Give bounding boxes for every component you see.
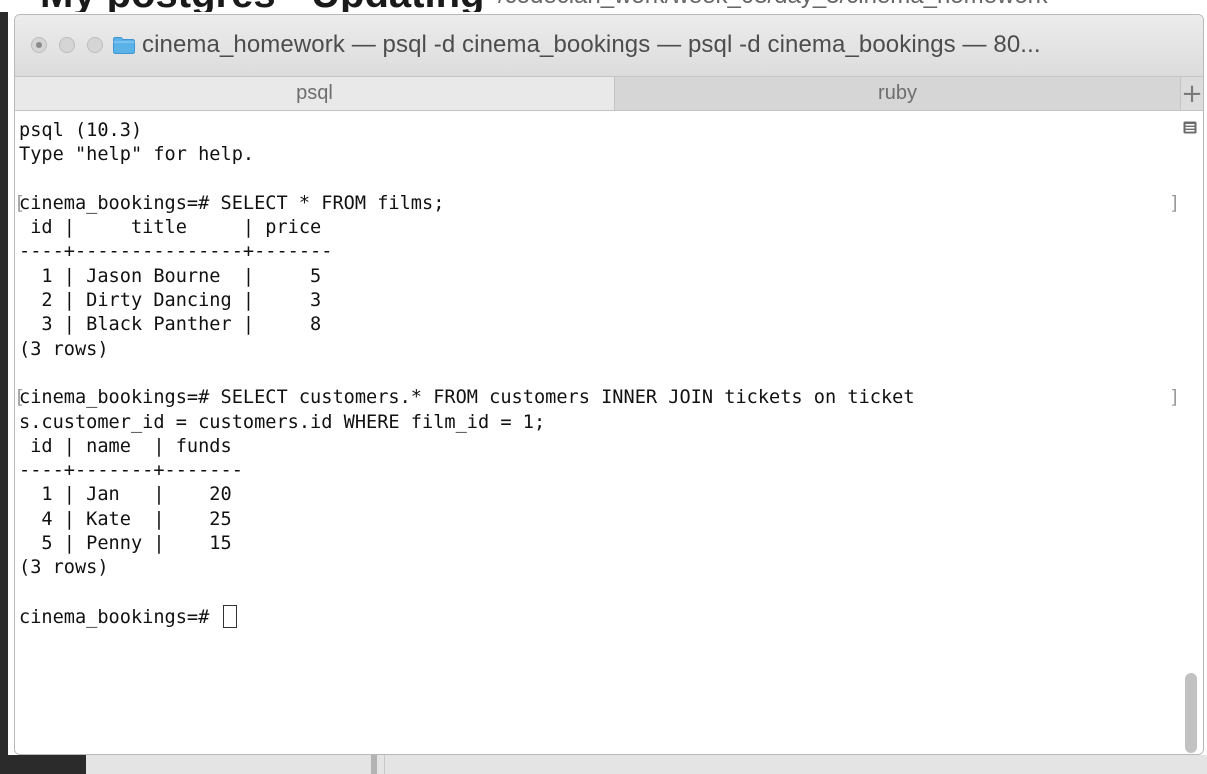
new-tab-button[interactable]: + — [1181, 77, 1203, 110]
terminal-output: psql (10.3) Type "help" for help.[cinema_… — [15, 119, 1180, 629]
mark-bracket-open: [ — [14, 192, 26, 214]
terminal-line: ----+-------+------- — [19, 459, 915, 483]
background-heading: My postgres - Updating — [40, 0, 484, 12]
terminal-line: id | name | funds — [19, 435, 915, 459]
terminal-line: (3 rows) — [19, 556, 915, 580]
terminal-line-text: s.customer_id = customers.id WHERE film_… — [19, 411, 546, 433]
terminal-line-text: id | title | price — [19, 217, 322, 239]
terminal-line-text: ----+---------------+------- — [19, 241, 333, 263]
terminal-line-text: cinema_bookings=# SELECT * FROM films; — [19, 192, 445, 214]
terminal-line-text: 3 | Black Panther | 8 — [19, 314, 322, 336]
terminal-line-text: 4 | Kate | 25 — [19, 508, 232, 530]
terminal-line: s.customer_id = customers.id WHERE film_… — [19, 411, 915, 435]
terminal-line-text: ----+-------+------- — [19, 460, 243, 482]
terminal-line: 5 | Penny | 15 — [19, 532, 915, 556]
terminal-line-text: 1 | Jason Bourne | 5 — [19, 265, 322, 287]
text-cursor[interactable] — [222, 604, 237, 628]
desktop: My postgres - Updating ~/codeclan_work/w… — [0, 0, 1207, 774]
background-path: ~/codeclan_work/week_03/day_5/cinema_hom… — [484, 0, 1048, 10]
terminal-line: [cinema_bookings=# SELECT * FROM films;] — [15, 192, 1180, 216]
terminal-line-text: 1 | Jan | 20 — [19, 484, 232, 506]
folder-icon — [113, 37, 135, 54]
tab-label: ruby — [878, 82, 917, 104]
mark-bracket-close: ] — [1169, 192, 1181, 214]
terminal-line: 2 | Dirty Dancing | 3 — [19, 289, 915, 313]
terminal-line: 3 | Black Panther | 8 — [19, 313, 915, 337]
terminal-content[interactable]: psql (10.3) Type "help" for help.[cinema_… — [15, 111, 1203, 754]
zoom-window-button[interactable] — [87, 37, 103, 53]
tab-psql[interactable]: psql — [15, 77, 615, 110]
terminal-line-text: id | name | funds — [19, 435, 232, 457]
terminal-line: [cinema_bookings=# SELECT customers.* FR… — [15, 386, 1180, 410]
terminal-line-text: psql (10.3) — [19, 120, 143, 141]
terminal-line: ----+---------------+------- — [19, 240, 915, 264]
tab-label: psql — [296, 82, 333, 104]
close-window-button[interactable] — [31, 37, 47, 53]
terminal-line-text: Type "help" for help. — [19, 144, 255, 166]
terminal-line: psql (10.3) — [19, 119, 915, 143]
background-page: My postgres - Updating ~/codeclan_work/w… — [0, 0, 1207, 12]
background-bottom-strip — [0, 755, 1207, 774]
minimize-window-button[interactable] — [59, 37, 75, 53]
title-bar[interactable]: cinema_homework — psql -d cinema_booking… — [15, 15, 1203, 77]
terminal-line-text: (3 rows) — [19, 557, 109, 579]
terminal-line-text: 5 | Penny | 15 — [19, 533, 232, 555]
terminal-window: cinema_homework — psql -d cinema_booking… — [14, 14, 1204, 755]
background-left-strip — [0, 12, 8, 774]
terminal-line: Type "help" for help. — [19, 143, 915, 167]
marks-icon — [1183, 121, 1197, 134]
mark-bracket-close: ] — [1169, 387, 1181, 409]
terminal-line: 4 | Kate | 25 — [19, 508, 915, 532]
tab-bar: psql ruby + — [15, 77, 1203, 111]
tab-ruby[interactable]: ruby — [615, 77, 1181, 110]
mark-bracket-open: [ — [14, 387, 26, 409]
vertical-scrollbar[interactable] — [1185, 673, 1197, 753]
terminal-line: 1 | Jason Bourne | 5 — [19, 265, 915, 289]
terminal-line-text: cinema_bookings=# SELECT customers.* FRO… — [19, 387, 915, 409]
terminal-line-text: (3 rows) — [19, 338, 109, 360]
window-title: cinema_homework — psql -d cinema_booking… — [142, 31, 1041, 58]
terminal-line: 1 | Jan | 20 — [19, 483, 915, 507]
terminal-line-text: 2 | Dirty Dancing | 3 — [19, 290, 322, 312]
terminal-line: id | title | price — [19, 216, 915, 240]
terminal-line: (3 rows) — [19, 338, 915, 362]
prompt-text: cinema_bookings=# — [19, 606, 221, 628]
prompt-line[interactable]: cinema_bookings=# — [19, 604, 915, 629]
